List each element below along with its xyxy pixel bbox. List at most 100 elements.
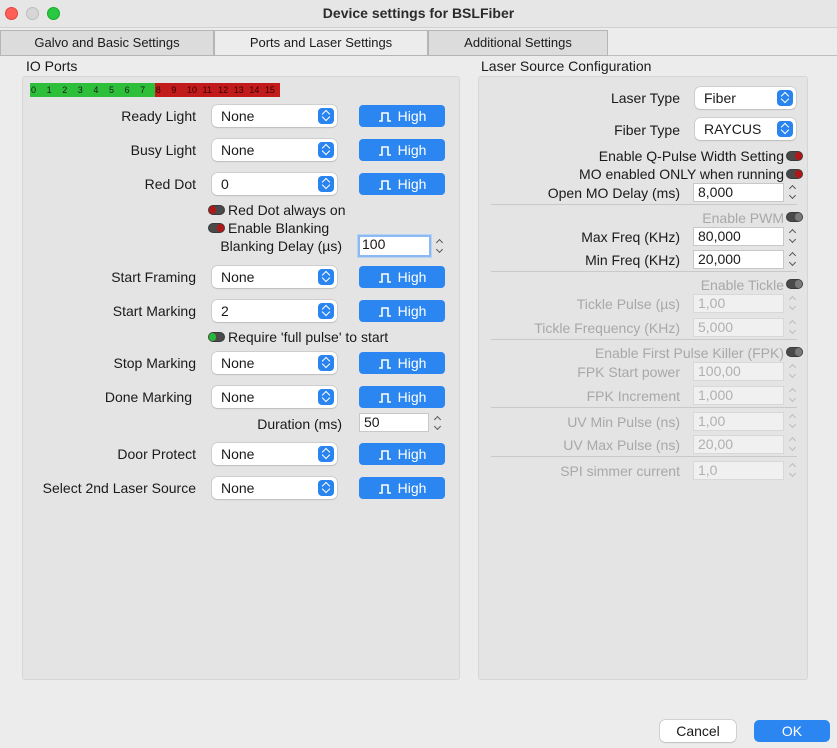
busy-light-value: None: [221, 142, 255, 158]
tab-galvo-basic[interactable]: Galvo and Basic Settings: [0, 30, 214, 56]
tickle-frequency-input[interactable]: 5,000: [693, 318, 784, 337]
busy-light-label: Busy Light: [130, 142, 196, 158]
io-port-indicator: 8: [154, 83, 171, 97]
start-framing-select[interactable]: None: [212, 266, 337, 288]
spi-simmer-stepper[interactable]: [787, 459, 798, 481]
max-freq-stepper[interactable]: [787, 225, 798, 247]
blanking-delay-stepper[interactable]: [434, 235, 445, 257]
enable-pwm-toggle[interactable]: [786, 212, 803, 222]
ok-button[interactable]: OK: [754, 720, 830, 742]
fiber-type-label: Fiber Type: [614, 122, 680, 138]
uv-min-pulse-label: UV Min Pulse (ns): [567, 414, 680, 430]
start-marking-label: Start Marking: [112, 303, 196, 319]
io-ports-panel: [22, 76, 460, 680]
enable-qpulse-label: Enable Q-Pulse Width Setting: [598, 148, 784, 164]
fpk-start-power-label: FPK Start power: [577, 364, 680, 380]
chevron-updown-icon: [777, 121, 793, 137]
fpk-start-power-input[interactable]: 100,00: [693, 362, 784, 381]
enable-fpk-label: Enable First Pulse Killer (FPK): [594, 345, 784, 361]
high-label: High: [397, 108, 427, 124]
io-port-indicator: 9: [170, 83, 186, 97]
tickle-frequency-stepper[interactable]: [787, 316, 798, 338]
fpk-increment-input[interactable]: 1,000: [693, 386, 784, 405]
open-mo-delay-stepper[interactable]: [787, 181, 798, 203]
done-marking-value: None: [221, 389, 255, 405]
enable-blanking-toggle[interactable]: [208, 223, 225, 233]
spi-simmer-input[interactable]: 1,0: [693, 461, 784, 480]
done-marking-high-button[interactable]: High: [359, 386, 445, 408]
start-marking-select[interactable]: 2: [212, 300, 337, 322]
divider: [491, 339, 797, 340]
fpk-start-power-stepper[interactable]: [787, 360, 798, 382]
duration-stepper[interactable]: [432, 412, 443, 434]
laser-type-select[interactable]: Fiber: [695, 87, 796, 109]
red-dot-always-on-toggle[interactable]: [208, 205, 225, 215]
uv-max-pulse-stepper[interactable]: [787, 433, 798, 455]
uv-max-pulse-input[interactable]: 20,00: [693, 435, 784, 454]
blanking-delay-input[interactable]: 100: [358, 235, 431, 257]
stop-marking-value: None: [221, 355, 255, 371]
done-marking-select[interactable]: None: [212, 386, 337, 408]
high-label: High: [397, 446, 427, 462]
duration-input[interactable]: 50: [359, 413, 429, 432]
min-freq-label: Min Freq (KHz): [585, 252, 680, 268]
fiber-type-select[interactable]: RAYCUS: [695, 118, 796, 140]
high-label: High: [397, 176, 427, 192]
red-dot-always-on-label: Red Dot always on: [228, 202, 346, 218]
cancel-button[interactable]: Cancel: [660, 720, 736, 742]
pulse-icon: [378, 146, 391, 156]
start-marking-high-button[interactable]: High: [359, 300, 445, 322]
red-dot-select[interactable]: 0: [212, 173, 337, 195]
ready-light-value: None: [221, 108, 255, 124]
fpk-increment-label: FPK Increment: [586, 388, 680, 404]
tickle-frequency-label: Tickle Frequency (KHz): [534, 320, 680, 336]
io-port-indicator: 5: [107, 83, 124, 97]
mo-only-running-toggle[interactable]: [786, 169, 803, 179]
high-label: High: [397, 480, 427, 496]
divider: [491, 204, 797, 205]
max-freq-input[interactable]: 80,000: [693, 227, 784, 246]
busy-light-select[interactable]: None: [212, 139, 337, 161]
enable-tickle-toggle[interactable]: [786, 279, 803, 289]
io-port-indicator: 7: [139, 83, 155, 97]
uv-min-pulse-stepper[interactable]: [787, 410, 798, 432]
title-bar: Device settings for BSLFiber: [0, 0, 837, 28]
fpk-increment-stepper[interactable]: [787, 384, 798, 406]
red-dot-value: 0: [221, 176, 229, 192]
busy-light-high-button[interactable]: High: [359, 139, 445, 161]
uv-min-pulse-input[interactable]: 1,00: [693, 412, 784, 431]
tickle-pulse-input[interactable]: 1,00: [693, 294, 784, 313]
min-freq-stepper[interactable]: [787, 248, 798, 270]
pulse-icon: [378, 484, 391, 494]
door-protect-label: Door Protect: [117, 446, 196, 462]
io-port-indicator: 1: [45, 83, 62, 97]
enable-fpk-toggle[interactable]: [786, 347, 803, 357]
stop-marking-select[interactable]: None: [212, 352, 337, 374]
chevron-updown-icon: [318, 303, 334, 319]
pulse-icon: [378, 273, 391, 283]
second-laser-high-button[interactable]: High: [359, 477, 445, 499]
high-label: High: [397, 303, 427, 319]
tab-ports-laser[interactable]: Ports and Laser Settings: [214, 30, 428, 56]
tickle-pulse-stepper[interactable]: [787, 292, 798, 314]
start-framing-high-button[interactable]: High: [359, 266, 445, 288]
laser-type-value: Fiber: [704, 90, 736, 106]
pulse-icon: [378, 307, 391, 317]
door-protect-select[interactable]: None: [212, 443, 337, 465]
mo-only-running-label: MO enabled ONLY when running: [579, 166, 784, 182]
chevron-updown-icon: [318, 176, 334, 192]
door-protect-high-button[interactable]: High: [359, 443, 445, 465]
tab-additional[interactable]: Additional Settings: [428, 30, 608, 56]
require-full-pulse-toggle[interactable]: [208, 332, 225, 342]
pulse-icon: [378, 359, 391, 369]
high-label: High: [397, 269, 427, 285]
enable-qpulse-toggle[interactable]: [786, 151, 803, 161]
ready-light-high-button[interactable]: High: [359, 105, 445, 127]
red-dot-high-button[interactable]: High: [359, 173, 445, 195]
open-mo-delay-input[interactable]: 8,000: [693, 183, 784, 202]
second-laser-select[interactable]: None: [212, 477, 337, 499]
pulse-icon: [378, 393, 391, 403]
min-freq-input[interactable]: 20,000: [693, 250, 784, 269]
ready-light-select[interactable]: None: [212, 105, 337, 127]
stop-marking-high-button[interactable]: High: [359, 352, 445, 374]
